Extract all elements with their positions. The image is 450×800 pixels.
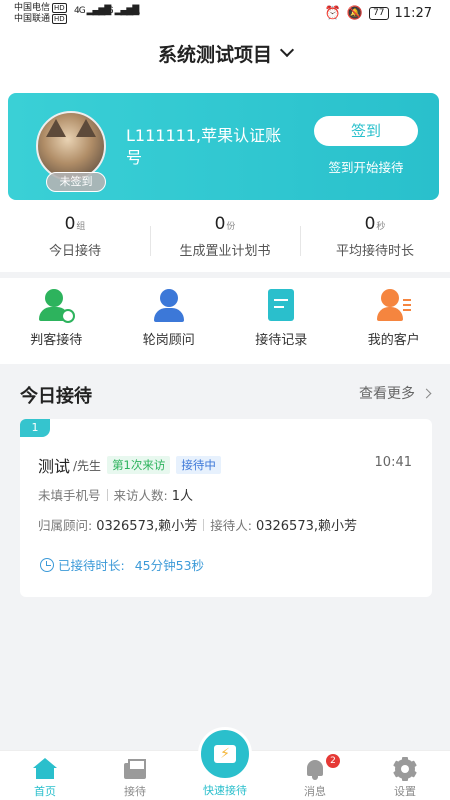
tab-home[interactable]: 首页 — [0, 751, 90, 800]
tab-label: 消息 — [304, 785, 326, 798]
visitors-value: 1人 — [171, 489, 194, 504]
tab-settings[interactable]: 设置 — [360, 751, 450, 800]
user-check-icon — [39, 289, 76, 323]
stat-unit: 秒 — [376, 222, 386, 232]
clock: 11:27 — [394, 6, 432, 21]
carrier-info: 中国电信 HD 中国联通 HD — [14, 3, 67, 25]
visit-count-tag: 第1次来访 — [107, 456, 171, 474]
status-tag: 接待中 — [176, 456, 221, 474]
home-icon — [33, 758, 57, 780]
contact-row: 未填手机号 来访人数: 1人 — [38, 485, 193, 504]
receptionist-label: 接待人: — [210, 518, 252, 533]
divider — [106, 488, 108, 501]
tab-label: 设置 — [394, 785, 416, 798]
section-title: 今日接待 — [20, 386, 92, 407]
stat-today-reception: 0组 今日接待 — [0, 206, 150, 272]
lightning-icon: ⚡ — [214, 745, 236, 763]
action-reception-records[interactable]: 接待记录 — [225, 278, 338, 364]
tab-messages[interactable]: 2 消息 — [270, 751, 360, 800]
divider — [203, 518, 205, 531]
tab-label: 首页 — [34, 785, 56, 798]
action-label: 接待记录 — [255, 333, 308, 348]
view-more-link[interactable]: 查看更多 — [359, 383, 432, 403]
action-judge-reception[interactable]: 判客接待 — [0, 278, 113, 364]
action-label: 判客接待 — [30, 333, 83, 348]
today-header: 今日接待 查看更多 — [0, 372, 450, 416]
duration-row: 已接待时长: 45分钟53秒 — [40, 555, 204, 574]
stat-unit: 份 — [226, 222, 236, 232]
duration-value: 45分钟53秒 — [134, 558, 205, 573]
hd-icon: HD — [52, 3, 67, 13]
record-doc-icon — [264, 289, 298, 323]
bell-icon: 2 — [303, 754, 340, 780]
gear-icon — [393, 757, 417, 781]
today-section: 今日接待 查看更多 1 测试 /先生 第1次来访 接待中 10:41 未填手机号… — [0, 372, 450, 750]
stat-avg-duration: 0秒 平均接待时长 — [300, 206, 450, 272]
quick-actions: 判客接待 轮岗顾问 接待记录 我的客户 — [0, 278, 450, 364]
chevron-down-icon — [279, 42, 295, 58]
stat-value: 0 — [364, 214, 376, 234]
action-rotation-consultant[interactable]: 轮岗顾问 — [113, 278, 226, 364]
message-count-badge: 2 — [326, 754, 340, 768]
stat-value: 0 — [214, 214, 226, 234]
quick-reception-button[interactable]: ⚡ — [198, 727, 252, 781]
tray-icon — [123, 758, 147, 780]
carrier-2: 中国联通 — [14, 14, 51, 24]
consultant-icon — [152, 289, 186, 323]
alarm-icon: ⏰ — [324, 6, 341, 21]
action-label: 轮岗顾问 — [142, 333, 195, 348]
index-tag: 1 — [20, 419, 50, 437]
mute-icon: 🔕 — [346, 6, 364, 21]
stat-value: 0 — [64, 214, 76, 234]
stat-label: 平均接待时长 — [335, 244, 414, 259]
hd-icon: HD — [52, 14, 67, 24]
wifi-icon: ◠ — [130, 6, 141, 20]
stats-bar: 0组 今日接待 0份 生成置业计划书 0秒 平均接待时长 — [0, 206, 450, 272]
visitors-label: 来访人数: — [113, 488, 168, 503]
visitor-name: 测试 — [38, 457, 71, 476]
consultant-value: 0326573,赖小芳 — [96, 519, 198, 534]
status-right: ⏰ 🔕 77 11:27 — [325, 6, 432, 21]
visit-card[interactable]: 1 测试 /先生 第1次来访 接待中 10:41 未填手机号 来访人数: 1人 … — [20, 419, 432, 597]
stat-plans: 0份 生成置业计划书 — [150, 206, 300, 272]
visitor-row: 测试 /先生 第1次来访 接待中 — [38, 453, 221, 477]
account-name: L111111,苹果认证账号 — [126, 126, 282, 167]
avatar — [36, 111, 106, 181]
tab-label: 快速接待 — [203, 784, 247, 797]
timer-icon — [40, 557, 54, 572]
view-more-label: 查看更多 — [359, 386, 415, 402]
sign-in-button[interactable]: 签到 — [314, 116, 418, 146]
profile-section: 未签到 L111111,苹果认证账号 签到 签到开始接待 — [0, 78, 450, 206]
consultant-label: 归属顾问: — [38, 518, 93, 533]
stat-label: 生成置业计划书 — [179, 244, 271, 259]
phone-text: 未填手机号 — [38, 488, 101, 503]
staff-row: 归属顾问: 0326573,赖小芳 接待人: 0326573,赖小芳 — [38, 515, 357, 534]
duration-label: 已接待时长: — [58, 558, 125, 573]
tab-reception[interactable]: 接待 — [90, 751, 180, 800]
chevron-right-icon — [421, 388, 432, 398]
profile-card: 未签到 L111111,苹果认证账号 签到 签到开始接待 — [8, 93, 439, 200]
action-my-customers[interactable]: 我的客户 — [338, 278, 450, 364]
visit-time: 10:41 — [374, 455, 412, 470]
project-selector[interactable]: 系统测试项目 — [0, 28, 450, 78]
carrier-1: 中国电信 — [14, 3, 51, 13]
bottom-nav: 首页 接待 ⚡ 快速接待 2 消息 设置 — [0, 727, 450, 800]
page-title: 系统测试项目 — [157, 43, 272, 66]
customers-icon — [376, 289, 411, 323]
action-label: 我的客户 — [367, 333, 420, 348]
tab-quick-reception[interactable]: ⚡ 快速接待 — [180, 727, 270, 800]
tab-label: 接待 — [124, 785, 146, 798]
stat-label: 今日接待 — [48, 244, 101, 259]
battery-icon: 77 — [369, 7, 389, 20]
status-bar: 中国电信 HD 中国联通 HD 4G ▂▄▆█ 4G ▂▄▆█ ◠ ⏰ 🔕 77 1… — [0, 0, 450, 28]
stat-unit: 组 — [76, 222, 86, 232]
receptionist-value: 0326573,赖小芳 — [255, 519, 357, 534]
status-badge: 未签到 — [46, 172, 106, 192]
visitor-title: /先生 — [73, 458, 102, 473]
sign-in-hint: 签到开始接待 — [328, 160, 404, 175]
